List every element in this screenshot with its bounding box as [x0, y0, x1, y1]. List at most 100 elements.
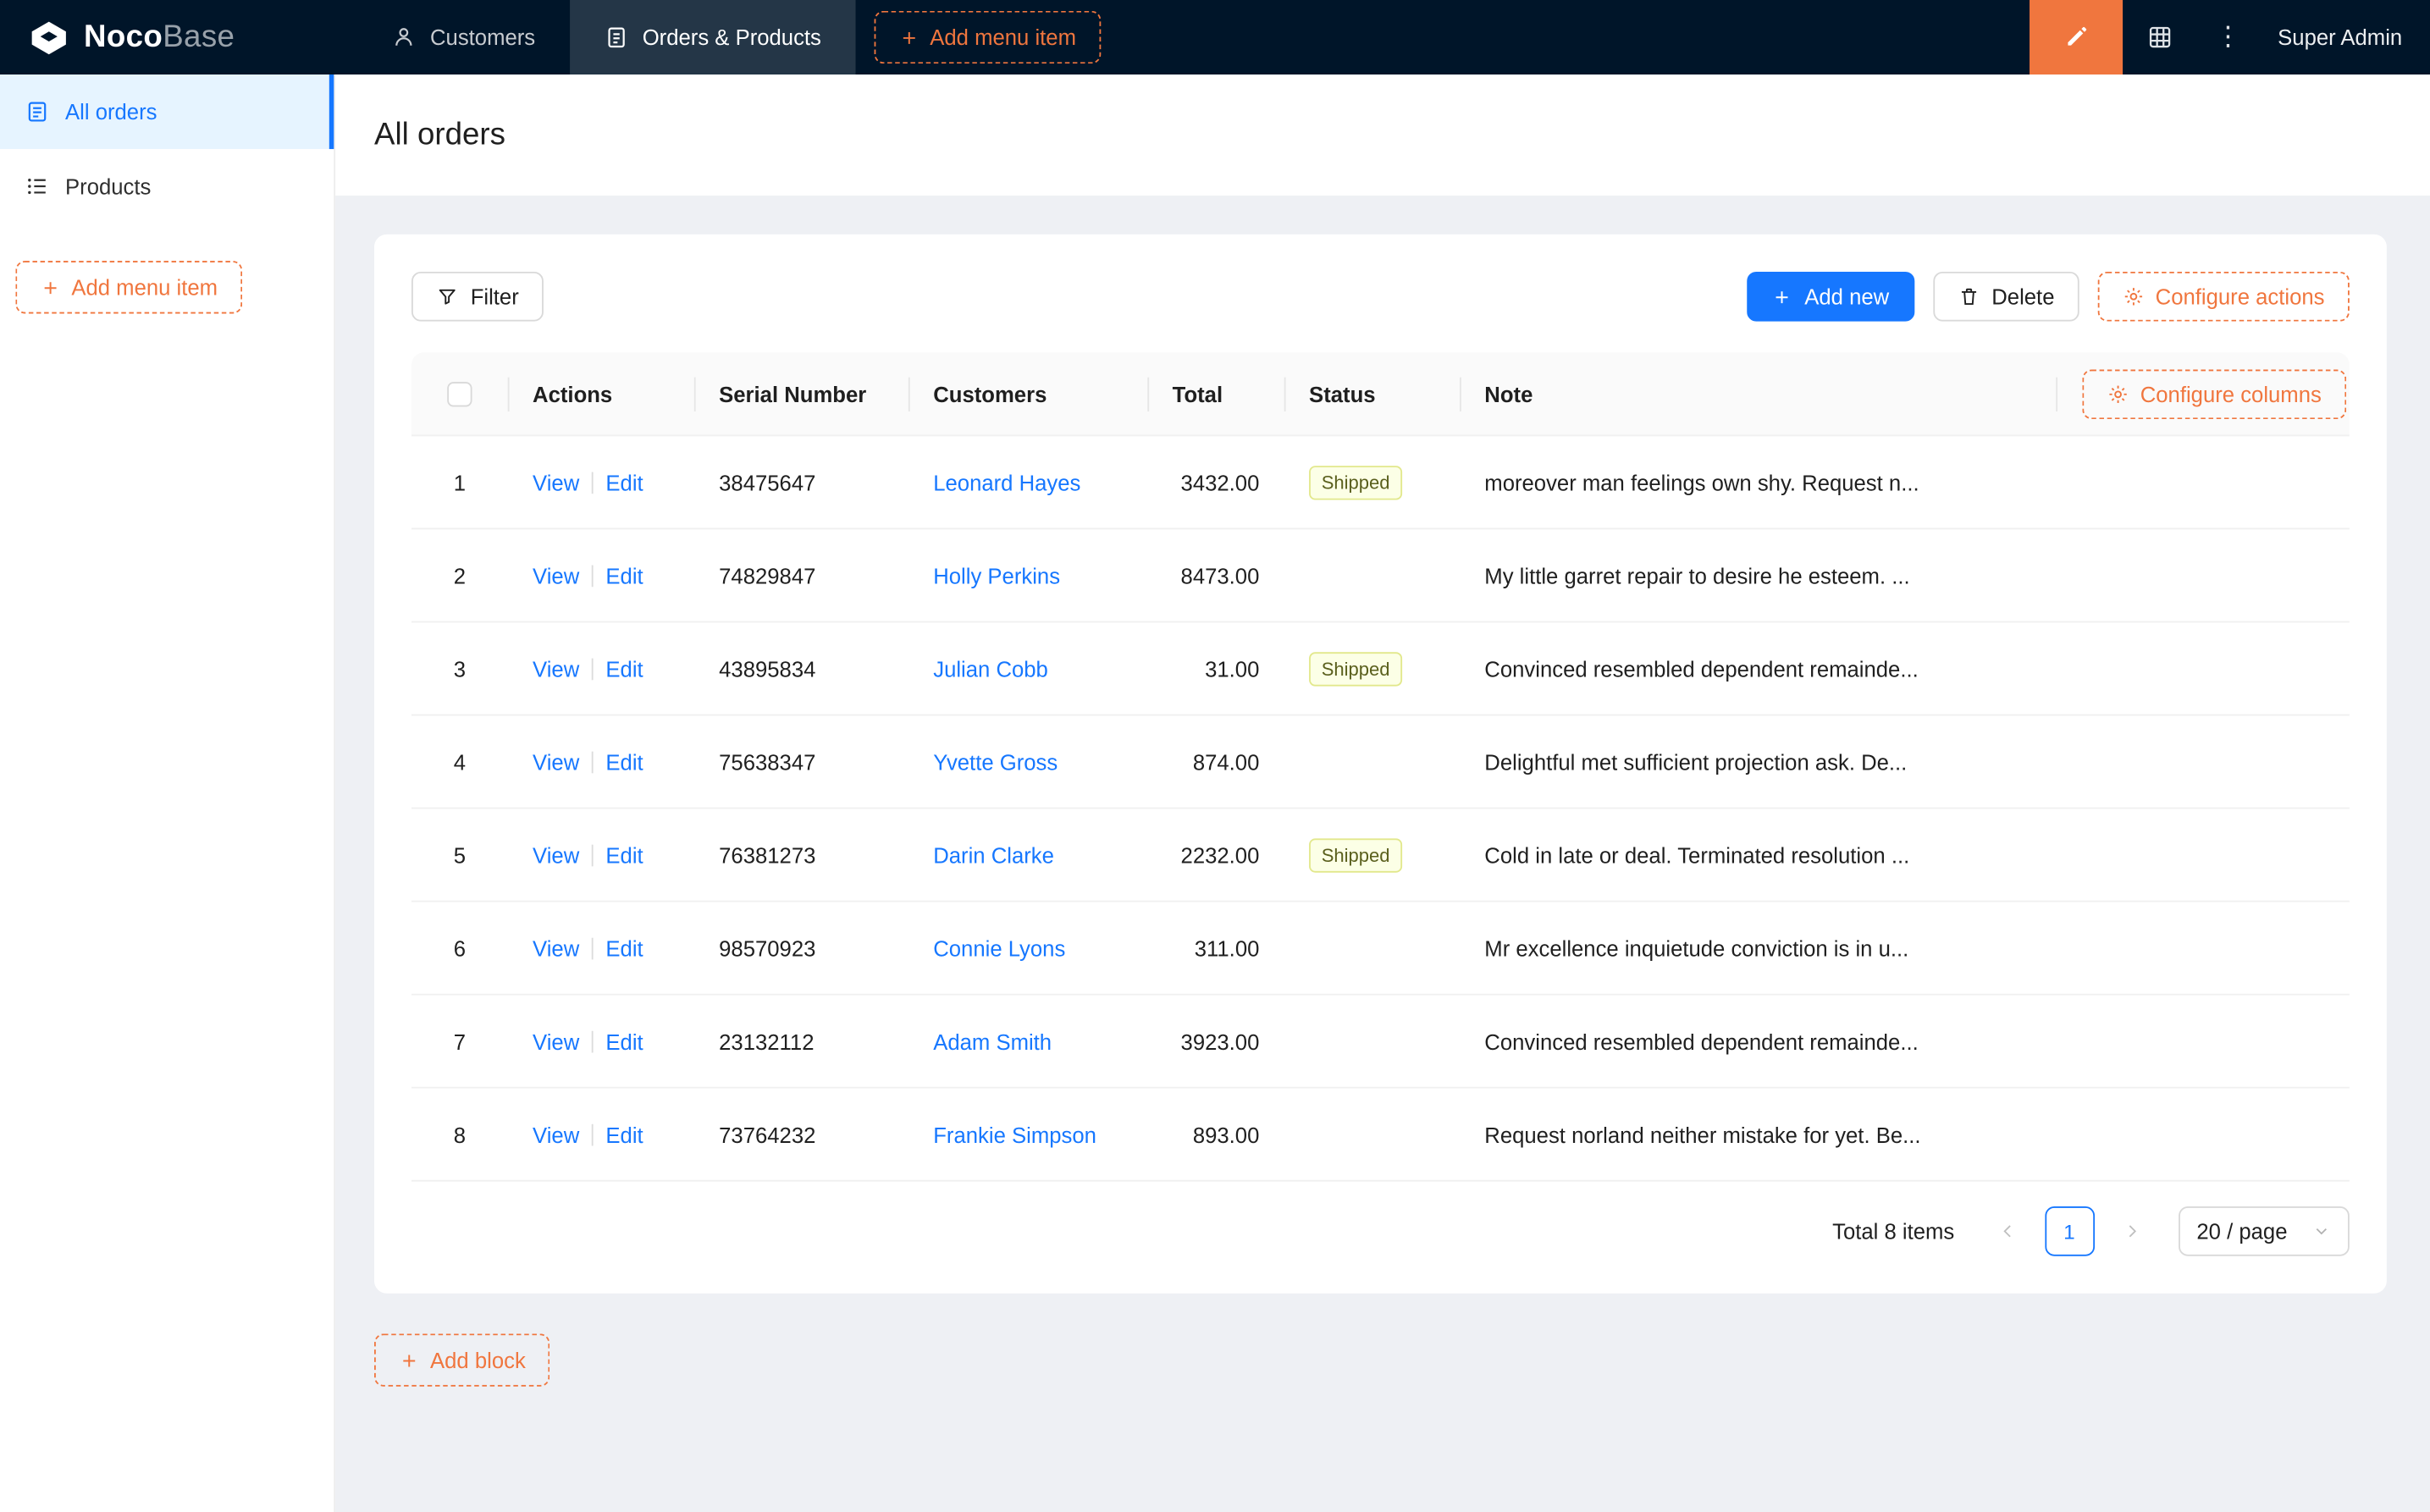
tab-orders-products[interactable]: Orders & Products [569, 0, 856, 75]
table-row: 4 View Edit 75638347 Yvette Gross 874.00… [411, 715, 2350, 809]
view-link[interactable]: View [533, 1122, 579, 1146]
view-link[interactable]: View [533, 842, 579, 867]
sidebar-item-label: Products [65, 174, 152, 199]
table-row: 6 View Edit 98570923 Connie Lyons 311.00… [411, 902, 2350, 996]
edit-link[interactable]: Edit [605, 656, 643, 681]
filter-button[interactable]: Filter [411, 271, 544, 322]
configure-columns-area: Configure columns [2056, 368, 2347, 419]
chevron-down-icon [2312, 1222, 2331, 1240]
customer-cell: Holly Perkins [908, 563, 1147, 588]
table-row: 3 View Edit 43895834 Julian Cobb 31.00 S… [411, 622, 2350, 716]
customer-cell: Julian Cobb [908, 656, 1147, 681]
table-body: 1 View Edit 38475647 Leonard Hayes 3432.… [411, 436, 2350, 1182]
add-block-area: Add block [373, 1333, 2387, 1387]
page-number-button[interactable]: 1 [2044, 1206, 2095, 1256]
configure-actions-button[interactable]: Configure actions [2097, 271, 2350, 322]
view-link[interactable]: View [533, 470, 579, 494]
add-block-button[interactable]: Add block [373, 1333, 551, 1387]
row-index: 3 [453, 655, 466, 682]
divider [591, 936, 594, 959]
note-cell: My little garret repair to desire he est… [1484, 562, 1910, 588]
serial-number-cell: 73764232 [719, 1122, 816, 1147]
next-page-button[interactable] [2107, 1206, 2157, 1256]
status-cell: Shipped [1284, 651, 1460, 686]
tab-label: Customers [430, 25, 536, 50]
divider [591, 564, 594, 587]
actions-cell: View Edit [508, 935, 694, 960]
prev-page-button[interactable] [1982, 1206, 2032, 1256]
table-header: Actions Serial Number Customers Total St… [411, 352, 2350, 437]
total-cell: 31.00 [1205, 655, 1260, 682]
pagination: Total 8 items 1 20 / page [411, 1206, 2350, 1256]
row-index: 6 [453, 935, 466, 961]
edit-link[interactable]: Edit [605, 1029, 643, 1053]
customer-link[interactable]: Yvette Gross [933, 749, 1058, 774]
note-cell: Request norland neither mistake for yet.… [1484, 1122, 1921, 1147]
customer-link[interactable]: Frankie Simpson [933, 1122, 1096, 1146]
list-icon [25, 174, 49, 198]
file-list-icon [25, 99, 49, 124]
divider [591, 1123, 594, 1145]
gear-icon [2123, 285, 2145, 307]
delete-button[interactable]: Delete [1932, 271, 2079, 322]
plugins-button[interactable] [2123, 0, 2197, 74]
customer-link[interactable]: Connie Lyons [933, 935, 1065, 960]
edit-link[interactable]: Edit [605, 842, 643, 867]
edit-link[interactable]: Edit [605, 749, 643, 774]
customer-link[interactable]: Julian Cobb [933, 656, 1048, 681]
serial-number-cell: 43895834 [719, 655, 816, 682]
actions-cell: View Edit [508, 842, 694, 867]
add-menu-item-header-button[interactable]: Add menu item [874, 10, 1102, 64]
configure-columns-button[interactable]: Configure columns [2082, 368, 2347, 419]
customer-link[interactable]: Adam Smith [933, 1029, 1052, 1053]
user-name[interactable]: Super Admin [2259, 25, 2430, 49]
more-menu-button[interactable]: ⋮ [2197, 0, 2259, 74]
table-row: 5 View Edit 76381273 Darin Clarke 2232.0… [411, 809, 2350, 902]
status-badge: Shipped [1309, 465, 1403, 499]
select-all-checkbox[interactable] [447, 381, 472, 406]
page-size-select[interactable]: 20 / page [2178, 1206, 2350, 1256]
column-header-customers: Customers [908, 352, 1147, 434]
view-link[interactable]: View [533, 935, 579, 960]
main-nav: Customers Orders & Products Add menu ite… [335, 0, 1102, 75]
funnel-icon [436, 285, 458, 307]
customer-link[interactable]: Holly Perkins [933, 563, 1060, 588]
total-cell: 8473.00 [1180, 562, 1260, 588]
actions-cell: View Edit [508, 1029, 694, 1053]
actions-cell: View Edit [508, 749, 694, 774]
divider [591, 471, 594, 494]
customer-cell: Leonard Hayes [908, 470, 1147, 494]
column-header-status: Status [1284, 352, 1460, 434]
view-link[interactable]: View [533, 656, 579, 681]
column-header-total: Total [1147, 352, 1284, 434]
select-all-cell [411, 352, 508, 434]
toolbar-actions: Add new Delete Configure actions [1747, 271, 2350, 322]
divider [591, 657, 594, 680]
customer-cell: Connie Lyons [908, 935, 1147, 960]
view-link[interactable]: View [533, 749, 579, 774]
edit-link[interactable]: Edit [605, 563, 643, 588]
orders-table: Actions Serial Number Customers Total St… [411, 352, 2350, 1182]
plus-icon [399, 1350, 419, 1371]
table-row: 2 View Edit 74829847 Holly Perkins 8473.… [411, 529, 2350, 623]
sidebar-item-products[interactable]: Products [0, 149, 334, 223]
sidebar-item-all-orders[interactable]: All orders [0, 74, 334, 150]
edit-link[interactable]: Edit [605, 1122, 643, 1146]
ui-editor-button[interactable] [2029, 0, 2123, 75]
actions-cell: View Edit [508, 470, 694, 494]
customer-link[interactable]: Darin Clarke [933, 842, 1054, 867]
view-link[interactable]: View [533, 1029, 579, 1053]
customer-cell: Darin Clarke [908, 842, 1147, 867]
total-cell: 311.00 [1194, 935, 1260, 961]
actions-cell: View Edit [508, 656, 694, 681]
tab-customers[interactable]: Customers [357, 0, 570, 74]
app: NocoBase Customers Orders & Products Add… [0, 0, 2430, 1512]
add-menu-item-sidebar-button[interactable]: Add menu item [15, 261, 243, 314]
edit-link[interactable]: Edit [605, 935, 643, 960]
divider [591, 750, 594, 773]
view-link[interactable]: View [533, 563, 579, 588]
note-cell: Delightful met sufficient projection ask… [1484, 748, 1908, 775]
customer-link[interactable]: Leonard Hayes [933, 470, 1080, 494]
add-new-button[interactable]: Add new [1747, 271, 1914, 322]
edit-link[interactable]: Edit [605, 470, 643, 494]
